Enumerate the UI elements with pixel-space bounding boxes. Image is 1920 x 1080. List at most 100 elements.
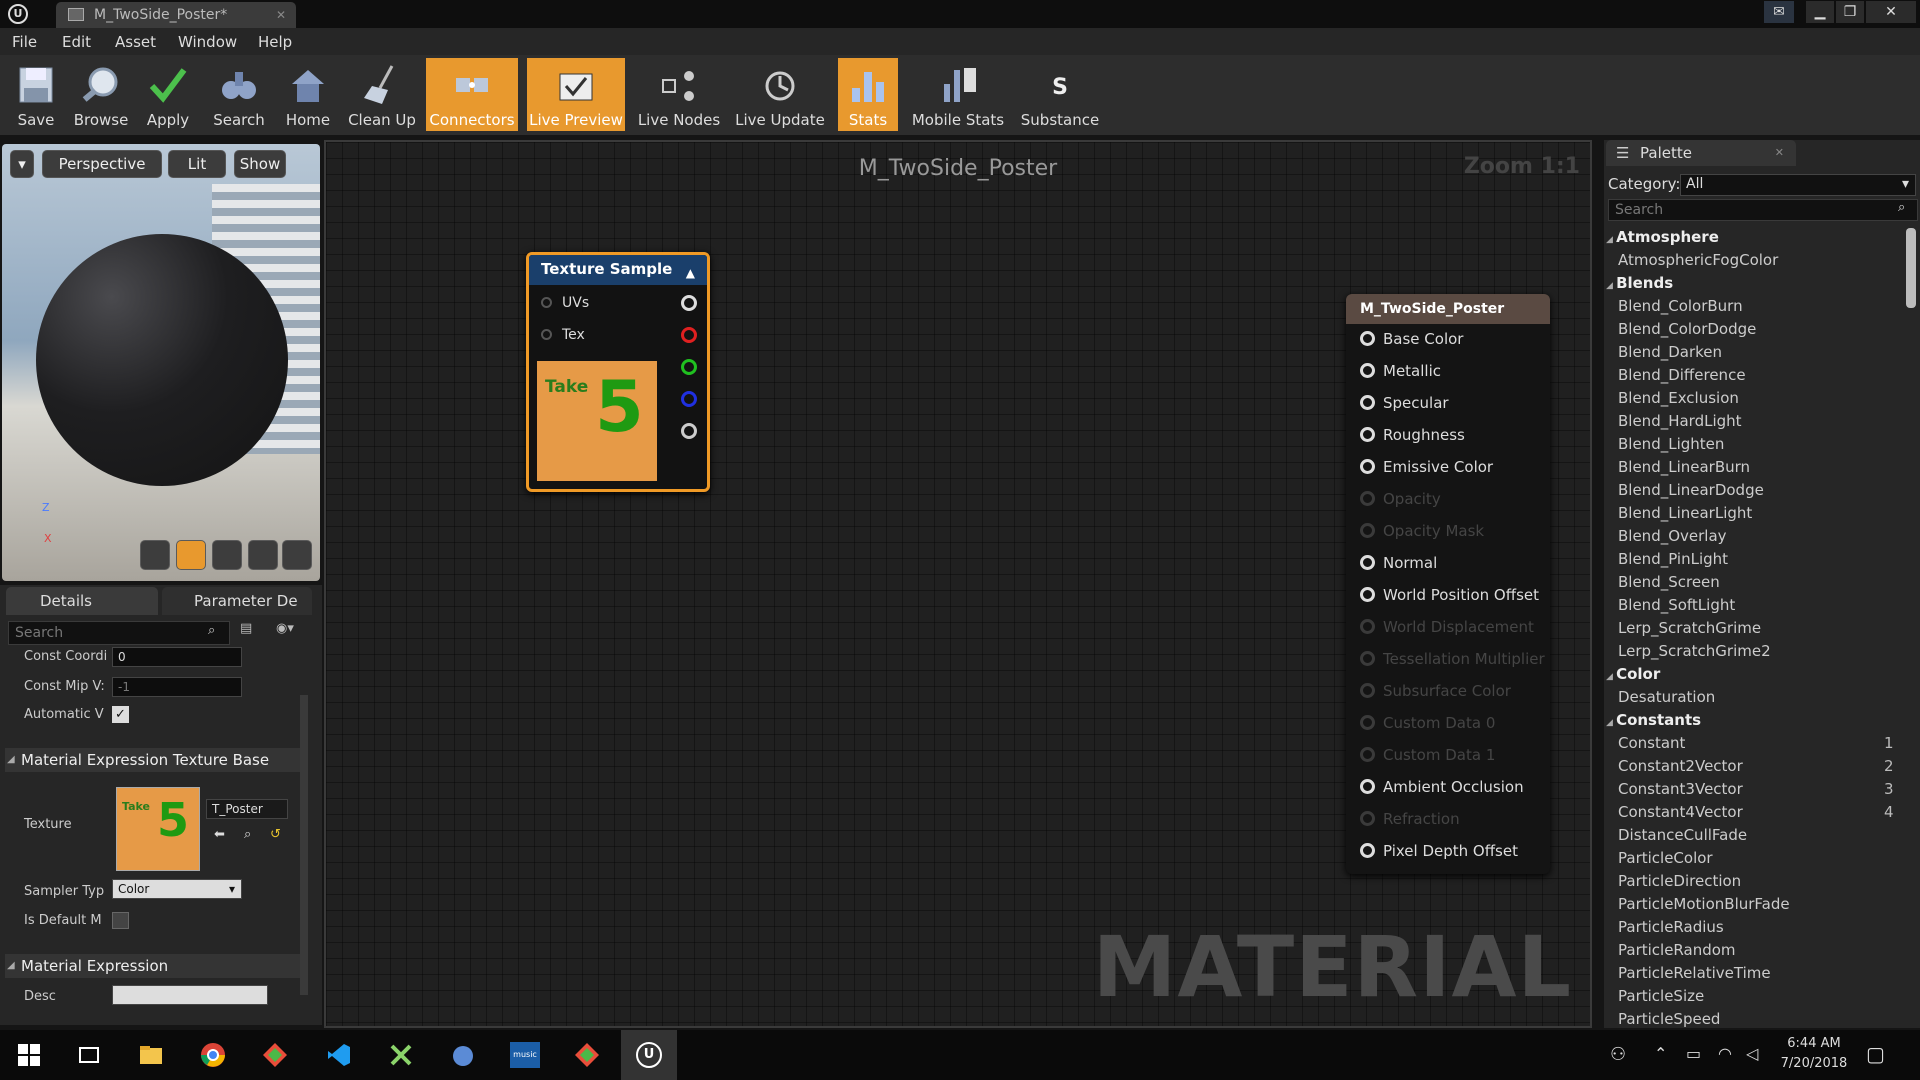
people-icon[interactable]: ⚇ (1610, 1044, 1626, 1065)
clean-up-button[interactable]: Clean Up (344, 58, 420, 131)
snipping-tool-icon[interactable] (388, 1042, 414, 1068)
apply-button[interactable]: Apply (138, 58, 198, 131)
palette-item[interactable]: Lerp_ScratchGrime (1618, 619, 1761, 637)
clock-time[interactable]: 6:44 AM (1774, 1036, 1854, 1051)
tab-parameter-defaults[interactable]: Parameter De (162, 587, 312, 615)
palette-item[interactable]: Constant2Vector 2 (1618, 757, 1894, 775)
material-pin-opacity-mask[interactable]: Opacity Mask (1360, 522, 1484, 540)
menu-window[interactable]: Window (178, 33, 237, 51)
palette-item[interactable]: Blend_Overlay (1618, 527, 1727, 545)
restore-button[interactable]: ❐ (1836, 1, 1864, 23)
wifi-icon[interactable]: ◠ (1718, 1044, 1732, 1063)
palette-item[interactable]: ParticleDirection (1618, 872, 1741, 890)
home-button[interactable]: Home (278, 58, 338, 131)
show-button[interactable]: Show (234, 150, 286, 178)
palette-item[interactable]: Blend_ColorBurn (1618, 297, 1743, 315)
mobile-stats-button[interactable]: Mobile Stats (908, 58, 1008, 131)
palette-item[interactable]: Blend_LinearLight (1618, 504, 1752, 522)
palette-item[interactable]: AtmosphericFogColor (1618, 251, 1778, 269)
material-pin-custom-data-1[interactable]: Custom Data 1 (1360, 746, 1495, 764)
search-button[interactable]: Search (208, 58, 270, 131)
lit-button[interactable]: Lit (168, 150, 226, 178)
visibility-eye-icon[interactable]: ◉▾ (276, 621, 294, 636)
palette-item[interactable]: Constant 1 (1618, 734, 1894, 752)
palette-item[interactable]: Constant4Vector 4 (1618, 803, 1894, 821)
perspective-button[interactable]: Perspective (42, 150, 162, 178)
uvs-input-pin[interactable]: UVs (541, 295, 589, 311)
chrome-icon[interactable] (200, 1042, 226, 1068)
palette-item[interactable]: Blend_SoftLight (1618, 596, 1735, 614)
palette-item[interactable]: Lerp_ScratchGrime2 (1618, 642, 1771, 660)
material-pin-world-displacement[interactable]: World Displacement (1360, 618, 1534, 636)
automatic-view-mip-checkbox[interactable]: ✓ (112, 706, 129, 723)
palette-category-header[interactable]: Blends (1606, 274, 1673, 292)
details-search-input[interactable]: Search (8, 621, 230, 645)
use-selected-asset-icon[interactable]: ⬅ (214, 827, 225, 842)
palette-item[interactable]: Blend_ColorDodge (1618, 320, 1756, 338)
reset-to-default-icon[interactable]: ↺ (270, 827, 281, 842)
close-tab-icon[interactable]: ✕ (1775, 140, 1784, 166)
preview-plane-button[interactable] (212, 540, 242, 570)
palette-category-header[interactable]: Atmosphere (1606, 228, 1719, 246)
const-coord-input[interactable]: 0 (112, 647, 242, 667)
texture-sample-node-title[interactable]: Texture Sample ▲ (529, 255, 707, 285)
palette-item[interactable]: ParticleSize (1618, 987, 1704, 1005)
palette-item[interactable]: Constant3Vector 3 (1618, 780, 1894, 798)
palette-item[interactable]: Blend_Screen (1618, 573, 1720, 591)
material-pin-refraction[interactable]: Refraction (1360, 810, 1460, 828)
palette-item[interactable]: ParticleRandom (1618, 941, 1736, 959)
palette-scrollbar[interactable] (1906, 228, 1916, 308)
collapse-triangle-icon[interactable]: ▲ (686, 259, 695, 287)
material-graph-canvas[interactable]: M_TwoSide_Poster Zoom 1:1 MATERIAL Textu… (324, 140, 1592, 1028)
palette-item[interactable]: Blend_Darken (1618, 343, 1722, 361)
browse-button[interactable]: Browse (70, 58, 132, 131)
show-hidden-icons-chevron-icon[interactable]: ⌃ (1654, 1044, 1667, 1063)
tab-details[interactable]: Details (6, 587, 158, 615)
rgb-output-pin[interactable] (681, 295, 697, 311)
palette-item[interactable]: ParticleColor (1618, 849, 1713, 867)
material-pin-pixel-depth-offset[interactable]: Pixel Depth Offset (1360, 842, 1518, 860)
tex-input-pin[interactable]: Tex (541, 327, 585, 343)
preview-sphere-button[interactable] (176, 540, 206, 570)
texture-sample-node[interactable]: Texture Sample ▲ UVs Tex Take 5 (526, 252, 710, 492)
close-tab-icon[interactable]: ✕ (276, 2, 286, 28)
palette-item[interactable]: ParticleSpeed (1618, 1010, 1720, 1028)
stats-button[interactable]: Stats (838, 58, 898, 131)
git-kraken-icon[interactable] (262, 1042, 288, 1068)
material-pin-normal[interactable]: Normal (1360, 554, 1437, 572)
document-tab[interactable]: M_TwoSide_Poster* ✕ (56, 2, 296, 28)
material-pin-emissive-color[interactable]: Emissive Color (1360, 458, 1493, 476)
material-pin-subsurface-color[interactable]: Subsurface Color (1360, 682, 1511, 700)
desc-input[interactable] (112, 985, 268, 1005)
category-texture-base[interactable]: Material Expression Texture Base (5, 748, 305, 772)
material-pin-specular[interactable]: Specular (1360, 394, 1449, 412)
palette-item[interactable]: ParticleRadius (1618, 918, 1724, 936)
palette-item[interactable]: ParticleRelativeTime (1618, 964, 1771, 982)
menu-file[interactable]: File (12, 33, 37, 51)
preview-custom-mesh-button[interactable] (282, 540, 312, 570)
tab-palette[interactable]: ☰ Palette ✕ (1606, 140, 1796, 166)
save-button[interactable]: Save (6, 58, 66, 131)
material-result-node[interactable]: M_TwoSide_Poster Base Color Metallic Specu… (1346, 294, 1550, 874)
notifications-icon[interactable]: ▢ (1866, 1042, 1885, 1066)
unreal-engine-taskbar-button[interactable]: U (621, 1030, 677, 1080)
material-node-title[interactable]: M_TwoSide_Poster (1346, 294, 1550, 324)
material-pin-tessellation-multiplier[interactable]: Tessellation Multiplier (1360, 650, 1545, 668)
palette-item[interactable]: Blend_HardLight (1618, 412, 1742, 430)
palette-item[interactable]: DistanceCullFade (1618, 826, 1747, 844)
sampler-type-select[interactable]: Color ▾ (112, 879, 242, 899)
substance-button[interactable]: S Substance (1016, 58, 1104, 131)
menu-help[interactable]: Help (258, 33, 292, 51)
material-pin-opacity[interactable]: Opacity (1360, 490, 1441, 508)
material-pin-ambient-occlusion[interactable]: Ambient Occlusion (1360, 778, 1524, 796)
browse-asset-icon[interactable]: ⌕ (244, 827, 251, 842)
material-pin-world-position-offset[interactable]: World Position Offset (1360, 586, 1539, 604)
connectors-button[interactable]: Connectors (426, 58, 518, 131)
const-mip-input[interactable]: -1 (112, 677, 242, 697)
palette-item[interactable]: ParticleMotionBlurFade (1618, 895, 1790, 913)
red-output-pin[interactable] (681, 327, 697, 343)
palette-category-header[interactable]: Color (1606, 665, 1660, 683)
palette-item[interactable]: Blend_LinearDodge (1618, 481, 1764, 499)
live-update-button[interactable]: Live Update (732, 58, 828, 131)
palette-category-header[interactable]: Constants (1606, 711, 1701, 729)
